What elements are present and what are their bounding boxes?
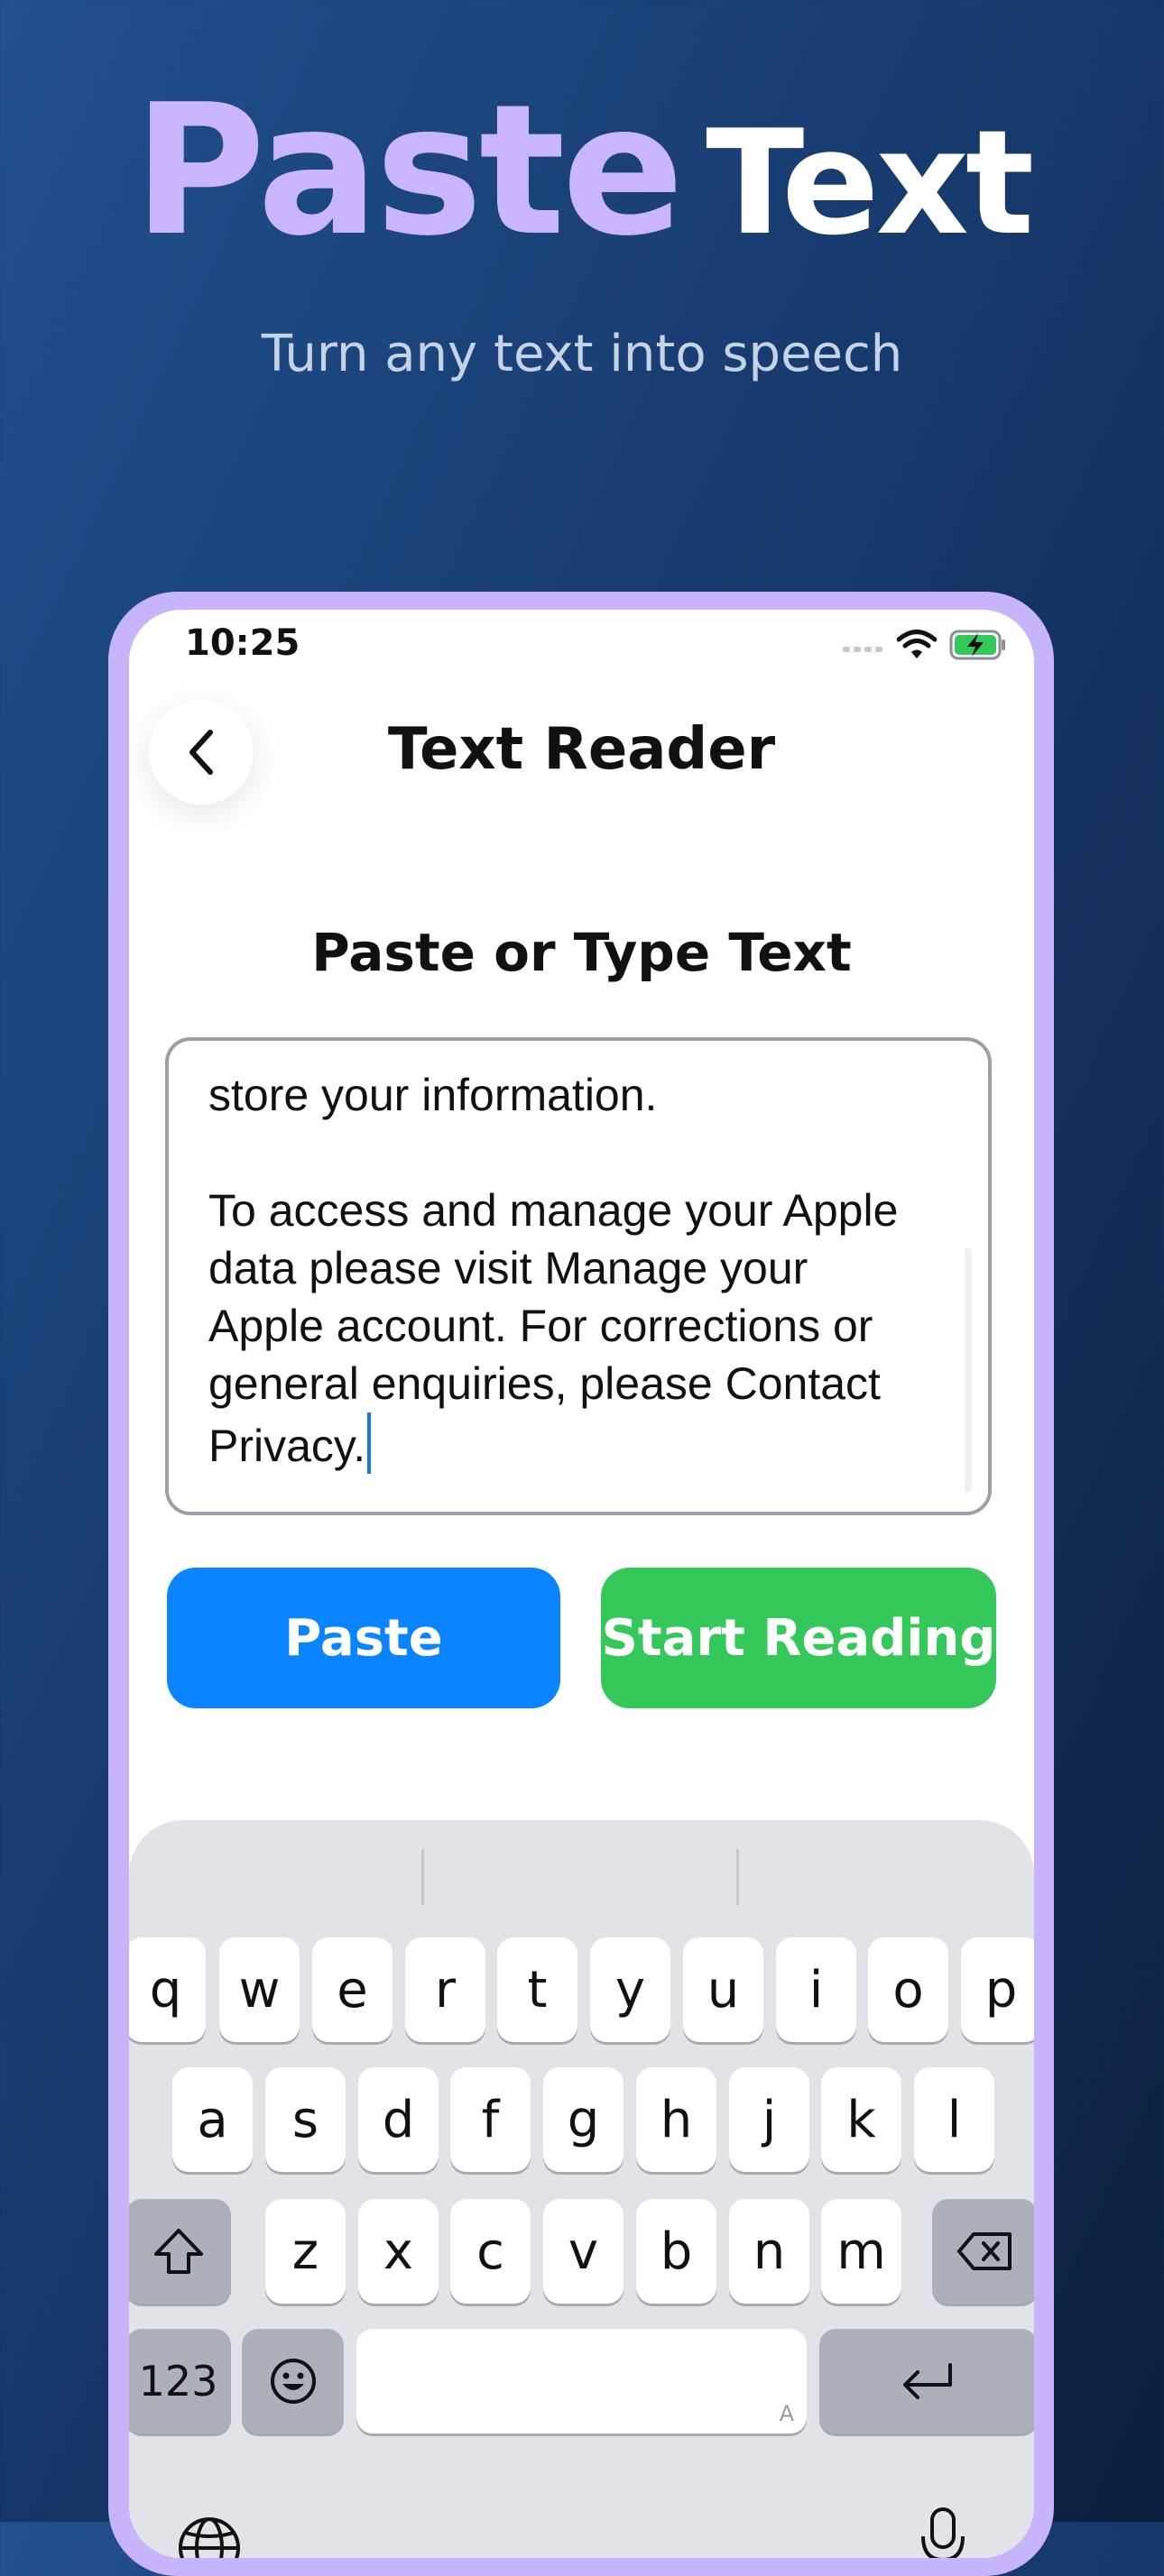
- key-z[interactable]: z: [265, 2199, 346, 2304]
- section-title: Paste or Type Text: [311, 922, 852, 983]
- key-f[interactable]: f: [450, 2067, 531, 2172]
- key-g[interactable]: g: [543, 2067, 624, 2172]
- key-s[interactable]: s: [265, 2067, 346, 2172]
- key-t[interactable]: t: [497, 1937, 577, 2042]
- key-q[interactable]: q: [129, 1937, 206, 2042]
- hero-title-accent: Paste: [133, 66, 684, 276]
- key-p[interactable]: p: [961, 1937, 1034, 2042]
- suggestion-divider: [736, 1849, 739, 1905]
- key-h[interactable]: h: [636, 2067, 716, 2172]
- hero-title: Paste Text: [0, 81, 1164, 262]
- shift-key[interactable]: [129, 2199, 231, 2304]
- text-line: To access and manage your Apple: [208, 1185, 899, 1236]
- key-x[interactable]: x: [358, 2199, 439, 2304]
- key-n[interactable]: n: [729, 2199, 809, 2304]
- hero-subtitle: Turn any text into speech: [261, 325, 903, 383]
- text-line: data please visit Manage your: [208, 1243, 808, 1293]
- key-j[interactable]: j: [729, 2067, 809, 2172]
- key-m[interactable]: m: [821, 2199, 901, 2304]
- key-o[interactable]: o: [868, 1937, 948, 2042]
- key-u[interactable]: u: [683, 1937, 763, 2042]
- key-i[interactable]: i: [776, 1937, 856, 2042]
- key-w[interactable]: w: [219, 1937, 300, 2042]
- key-y[interactable]: y: [590, 1937, 670, 2042]
- device-screen: 10:25 Text Reader Paste or Type Text sto…: [129, 610, 1034, 2558]
- paste-button[interactable]: Paste: [167, 1568, 560, 1708]
- key-k[interactable]: k: [821, 2067, 901, 2172]
- text-line: Privacy.: [208, 1421, 366, 1471]
- text-line: Apple account. For corrections or: [208, 1301, 873, 1351]
- key-c[interactable]: c: [450, 2199, 531, 2304]
- backspace-icon: [956, 2232, 1012, 2270]
- status-time: 10:25: [185, 622, 300, 664]
- text-line: general enquiries, please Contact: [208, 1358, 881, 1409]
- return-icon: [903, 2363, 952, 2399]
- shift-icon: [153, 2229, 203, 2274]
- status-icons: [843, 630, 1007, 660]
- key-d[interactable]: d: [358, 2067, 439, 2172]
- emoji-icon: [270, 2359, 316, 2404]
- suggestion-divider: [421, 1849, 424, 1905]
- microphone-icon[interactable]: [916, 2506, 970, 2558]
- wifi-icon: [897, 630, 937, 658]
- key-e[interactable]: e: [312, 1937, 393, 2042]
- emoji-key[interactable]: [242, 2329, 344, 2433]
- nav-title: Text Reader: [387, 716, 776, 783]
- text-line: store your information.: [208, 1070, 658, 1120]
- text-caret: [367, 1412, 372, 1474]
- key-v[interactable]: v: [543, 2199, 624, 2304]
- return-key[interactable]: [819, 2329, 1034, 2433]
- text-input-content: store your information. To access and ma…: [208, 1066, 948, 1474]
- battery-charging-icon: [949, 630, 1005, 660]
- space-key[interactable]: A: [356, 2329, 807, 2433]
- key-r[interactable]: r: [405, 1937, 485, 2042]
- hero-title-main: Text: [706, 98, 1034, 267]
- space-key-hint: A: [779, 2401, 794, 2426]
- text-input[interactable]: store your information. To access and ma…: [165, 1037, 992, 1515]
- numbers-key[interactable]: 123: [129, 2329, 231, 2433]
- key-l[interactable]: l: [914, 2067, 994, 2172]
- scroll-indicator[interactable]: [965, 1248, 972, 1492]
- cellular-signal-icon: [843, 647, 882, 652]
- text-line: [208, 1124, 948, 1182]
- key-a[interactable]: a: [172, 2067, 253, 2172]
- backspace-key[interactable]: [932, 2199, 1034, 2304]
- start-reading-button[interactable]: Start Reading: [601, 1568, 996, 1708]
- keyboard: q w e r t y u i o p a s d f g h j k l z …: [129, 1820, 1034, 2558]
- globe-icon[interactable]: [176, 2515, 243, 2558]
- text-line-last: Privacy.: [208, 1412, 948, 1474]
- key-b[interactable]: b: [636, 2199, 716, 2304]
